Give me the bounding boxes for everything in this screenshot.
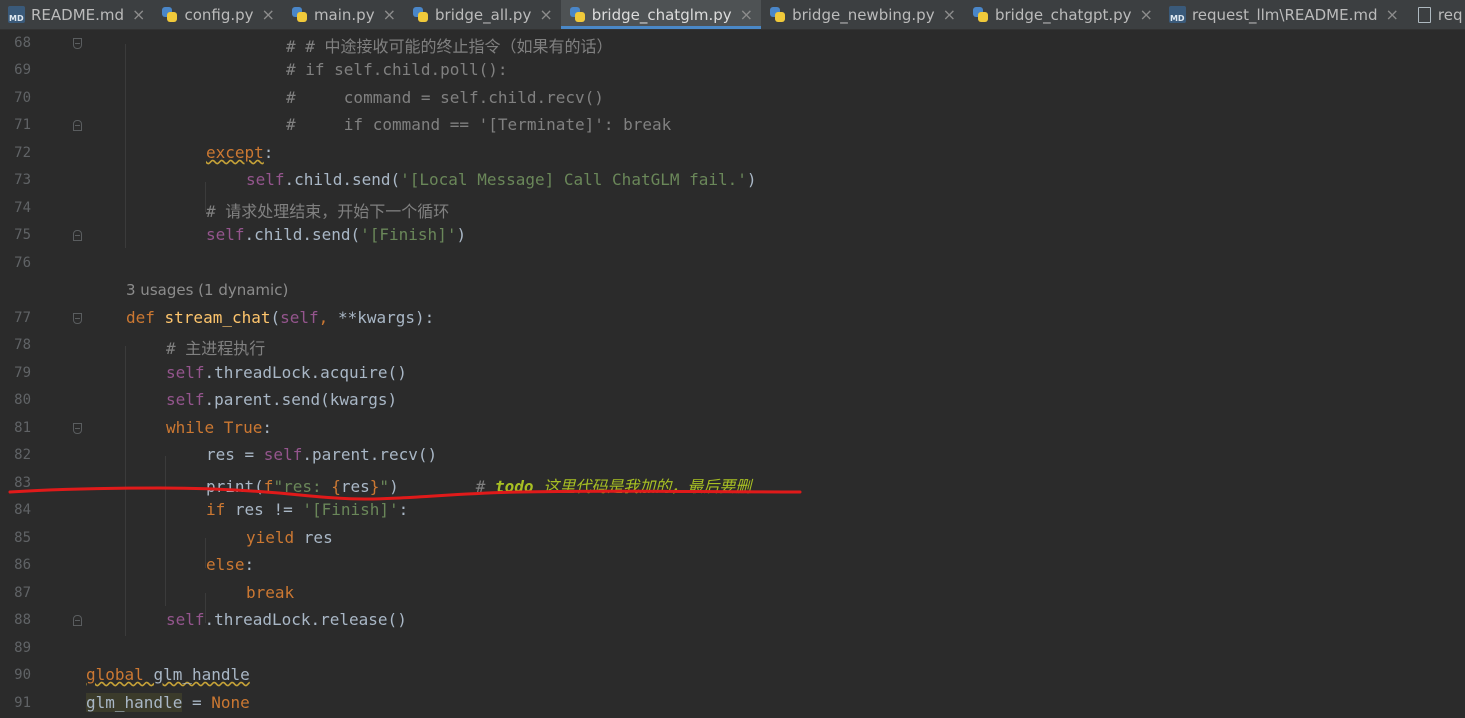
red-annotation-underline <box>8 486 802 501</box>
